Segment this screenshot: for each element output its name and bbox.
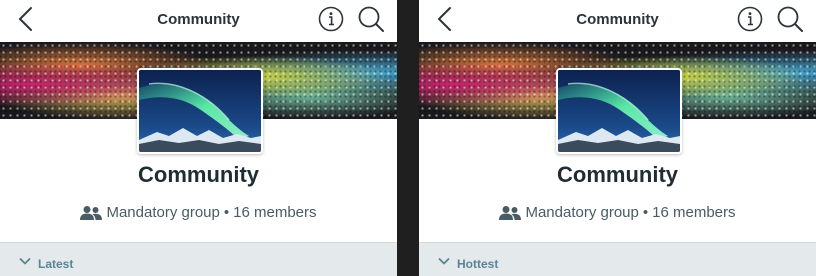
people-icon xyxy=(499,205,522,220)
group-type: Mandatory group xyxy=(525,204,639,221)
people-icon xyxy=(80,205,103,220)
info-icon[interactable] xyxy=(737,6,763,32)
aurora-image xyxy=(139,70,261,152)
member-count[interactable]: 16 members xyxy=(652,204,735,221)
group-meta: Mandatory group • 16 members xyxy=(0,204,397,221)
top-navigation-bar: Community xyxy=(419,0,816,43)
search-icon[interactable] xyxy=(357,5,385,33)
top-navigation-bar: Community xyxy=(0,0,397,43)
search-icon[interactable] xyxy=(776,5,804,33)
community-screen-latest: Community Community Mandatory group • 16… xyxy=(0,0,397,276)
group-type: Mandatory group xyxy=(106,204,220,221)
group-name: Community xyxy=(138,162,259,187)
chevron-down-icon xyxy=(19,258,31,265)
meta-separator: • xyxy=(223,204,230,221)
group-avatar[interactable] xyxy=(556,68,682,154)
sort-bar[interactable]: Hottest xyxy=(419,242,816,276)
group-avatar[interactable] xyxy=(137,68,263,154)
member-count[interactable]: 16 members xyxy=(233,204,316,221)
info-icon[interactable] xyxy=(318,6,344,32)
meta-separator: • xyxy=(642,204,649,221)
sort-label[interactable]: Latest xyxy=(38,257,73,271)
sort-bar[interactable]: Latest xyxy=(0,242,397,276)
aurora-image xyxy=(558,70,680,152)
sort-label[interactable]: Hottest xyxy=(457,257,498,271)
chevron-down-icon xyxy=(438,258,450,265)
group-meta: Mandatory group • 16 members xyxy=(419,204,816,221)
community-screen-hottest: Community Community Mandatory group • 16… xyxy=(419,0,816,276)
group-name: Community xyxy=(557,162,678,187)
